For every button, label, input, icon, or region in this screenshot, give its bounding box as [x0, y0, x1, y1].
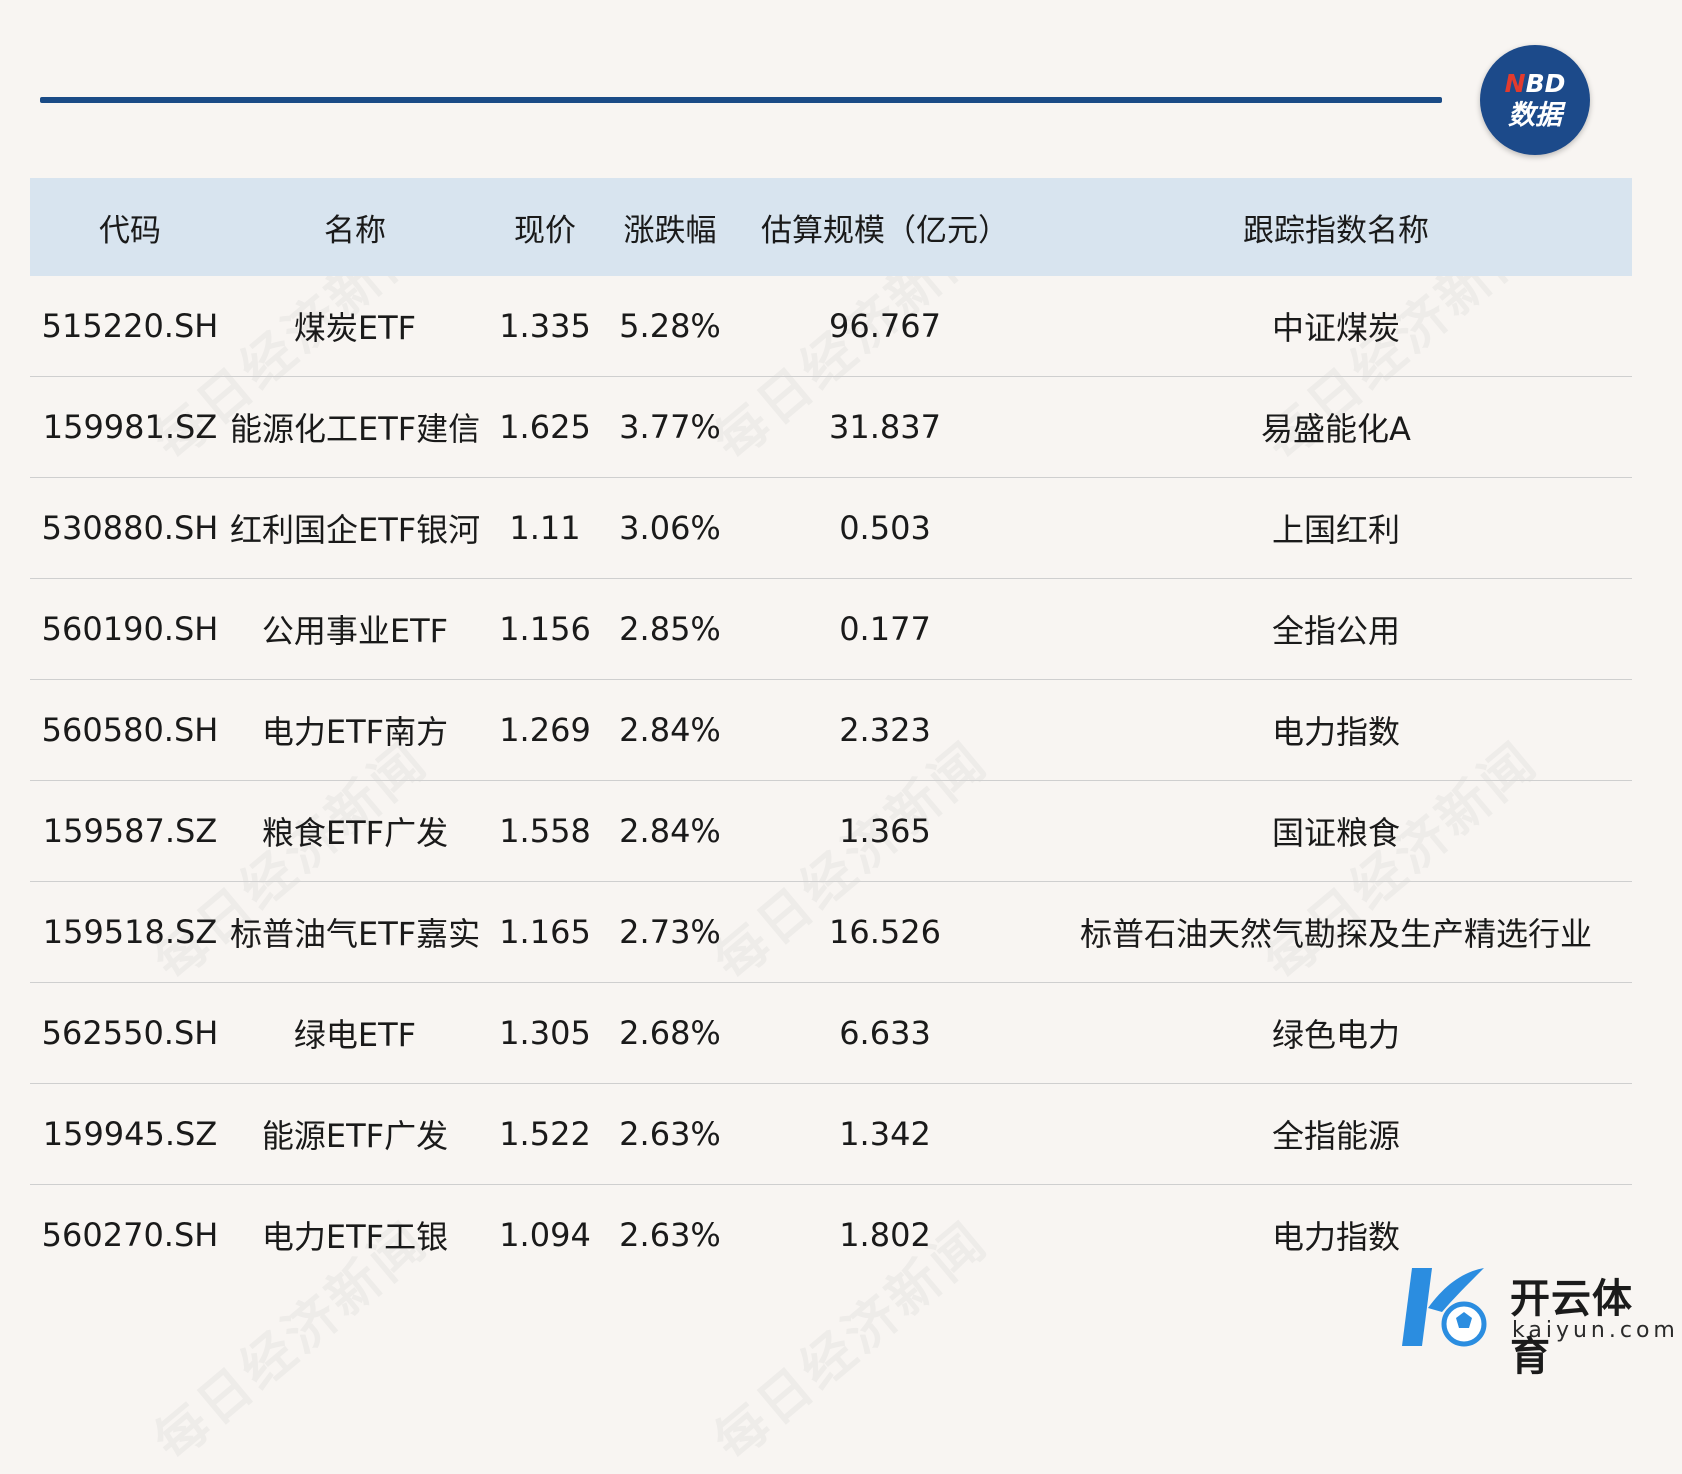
etf-table: 代码 名称 现价 涨跌幅 估算规模（亿元） 跟踪指数名称 515220.SH 煤… — [30, 178, 1632, 1285]
cell-index: 电力指数 — [1040, 679, 1632, 781]
cell-change: 3.06% — [610, 477, 730, 579]
table-row: 560580.SH 电力ETF南方 1.269 2.84% 2.323 电力指数 — [30, 679, 1632, 781]
header-code: 代码 — [30, 178, 230, 276]
nbd-logo-letters-bd: BD — [1525, 69, 1566, 98]
cell-name: 红利国企ETF银河 — [230, 477, 480, 579]
cell-code: 560270.SH — [41, 1216, 219, 1254]
cell-price: 1.305 — [480, 982, 610, 1084]
cell-code: 159518.SZ — [30, 881, 230, 983]
cell-scale: 1.802 — [839, 1216, 931, 1254]
cell-change: 5.28% — [610, 276, 730, 377]
cell-name: 电力ETF南方 — [230, 679, 480, 781]
cell-scale: 0.177 — [730, 578, 1040, 680]
cell-name: 公用事业ETF — [230, 578, 480, 680]
nbd-logo-subtitle: 数据 — [1508, 100, 1562, 131]
cell-scale: 31.837 — [730, 376, 1040, 478]
header-index: 跟踪指数名称 — [1040, 178, 1632, 276]
cell-price: 1.269 — [480, 679, 610, 781]
nbd-logo-letter-n: N — [1504, 69, 1526, 98]
cell-price: 1.094 — [499, 1216, 591, 1254]
cell-name: 绿电ETF — [230, 982, 480, 1084]
cell-index: 上国红利 — [1040, 477, 1632, 579]
kaiyun-url: kaiyun.com — [1512, 1318, 1679, 1343]
table-header-row: 代码 名称 现价 涨跌幅 估算规模（亿元） 跟踪指数名称 — [30, 178, 1632, 276]
cell-change: 2.68% — [610, 982, 730, 1084]
nbd-data-logo: NBD 数据 — [1480, 45, 1590, 155]
cell-scale: 6.633 — [730, 982, 1040, 1084]
cell-scale: 0.503 — [730, 477, 1040, 579]
cell-name: 电力ETF工银 — [261, 1218, 449, 1256]
cell-name: 标普油气ETF嘉实 — [230, 881, 480, 983]
cell-code: 530880.SH — [30, 477, 230, 579]
cell-index: 中证煤炭 — [1040, 276, 1632, 377]
table-row: 515220.SH 煤炭ETF 1.335 5.28% 96.767 中证煤炭 — [30, 276, 1632, 377]
header-price: 现价 — [480, 178, 610, 276]
cell-code: 159981.SZ — [30, 376, 230, 478]
cell-price: 1.156 — [480, 578, 610, 680]
cell-price: 1.522 — [480, 1083, 610, 1185]
cell-price: 1.625 — [480, 376, 610, 478]
kaiyun-k-mark-icon — [1402, 1268, 1487, 1347]
cell-code: 515220.SH — [30, 276, 230, 377]
header-scale: 估算规模（亿元） — [730, 178, 1040, 276]
cell-index: 全指公用 — [1040, 578, 1632, 680]
kaiyun-logo: 开云体育 kaiyun.com — [1398, 1262, 1675, 1380]
cell-change: 2.63% — [619, 1216, 721, 1254]
cell-change: 2.84% — [610, 780, 730, 882]
table-row: 530880.SH 红利国企ETF银河 1.11 3.06% 0.503 上国红… — [30, 477, 1632, 579]
cell-index: 标普石油天然气勘探及生产精选行业 — [1040, 881, 1632, 983]
cell-scale: 2.323 — [730, 679, 1040, 781]
cell-change: 2.84% — [610, 679, 730, 781]
cell-code: 560580.SH — [30, 679, 230, 781]
table-row: 560190.SH 公用事业ETF 1.156 2.85% 0.177 全指公用 — [30, 578, 1632, 680]
cell-index: 绿色电力 — [1040, 982, 1632, 1084]
cell-scale: 16.526 — [730, 881, 1040, 983]
cell-name: 能源ETF广发 — [230, 1083, 480, 1185]
header-name: 名称 — [230, 178, 480, 276]
cell-price: 1.558 — [480, 780, 610, 882]
cell-code: 159945.SZ — [30, 1083, 230, 1185]
cell-scale: 1.365 — [730, 780, 1040, 882]
nbd-logo-mark: NBD — [1505, 71, 1566, 96]
cell-index: 易盛能化A — [1040, 376, 1632, 478]
cell-index: 全指能源 — [1040, 1083, 1632, 1185]
table-row: 562550.SH 绿电ETF 1.305 2.68% 6.633 绿色电力 — [30, 982, 1632, 1084]
cell-name: 粮食ETF广发 — [230, 780, 480, 882]
table-row: 159945.SZ 能源ETF广发 1.522 2.63% 1.342 全指能源 — [30, 1083, 1632, 1185]
cell-name: 煤炭ETF — [230, 276, 480, 377]
top-divider-rule — [40, 97, 1442, 103]
cell-code: 159587.SZ — [30, 780, 230, 882]
cell-price: 1.335 — [480, 276, 610, 377]
cell-change: 2.63% — [610, 1083, 730, 1185]
table-row: 159518.SZ 标普油气ETF嘉实 1.165 2.73% 16.526 标… — [30, 881, 1632, 983]
cell-scale: 96.767 — [730, 276, 1040, 377]
cell-change: 2.85% — [610, 578, 730, 680]
cell-index: 国证粮食 — [1040, 780, 1632, 882]
table-row: 159981.SZ 能源化工ETF建信 1.625 3.77% 31.837 易… — [30, 376, 1632, 478]
header-change: 涨跌幅 — [610, 178, 730, 276]
cell-change: 2.73% — [610, 881, 730, 983]
cell-change: 3.77% — [610, 376, 730, 478]
cell-code: 560190.SH — [30, 578, 230, 680]
cell-scale: 1.342 — [730, 1083, 1040, 1185]
table-row: 159587.SZ 粮食ETF广发 1.558 2.84% 1.365 国证粮食 — [30, 780, 1632, 882]
cell-price: 1.165 — [480, 881, 610, 983]
cell-name: 能源化工ETF建信 — [230, 376, 480, 478]
cell-code: 562550.SH — [30, 982, 230, 1084]
table-row: 560270.SH 电力ETF工银 1.094 2.63% 1.802 电力指数 — [30, 1185, 1632, 1286]
cell-price: 1.11 — [480, 477, 610, 579]
